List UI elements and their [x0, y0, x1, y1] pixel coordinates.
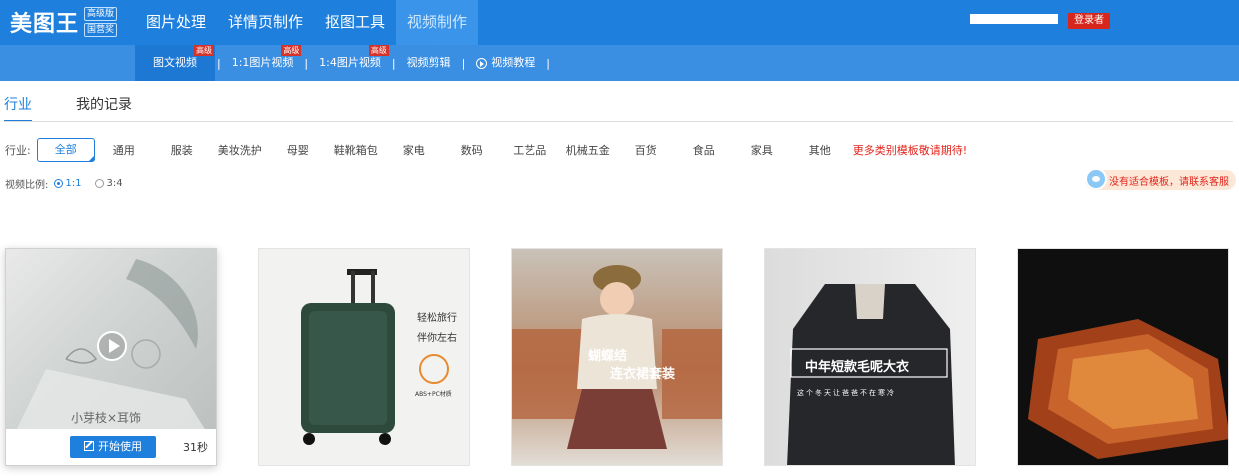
template-card[interactable]: 蝴蝶结 连衣裙套装 [511, 248, 723, 466]
tab-divider [4, 121, 1233, 122]
subnav-label: 视频教程 [491, 56, 536, 69]
card-caption: 中年短款毛呢大衣 [805, 360, 910, 375]
subnav-label: 视频剪辑 [406, 56, 451, 69]
video-duration: 31秒 [183, 441, 208, 454]
template-card[interactable] [1017, 248, 1229, 466]
logo-tag: 国营奖 [84, 23, 118, 37]
divider: | [546, 56, 550, 70]
premium-badge: 高级 [368, 45, 389, 56]
industry-filter: 行业: 全部 通用 服装 美妆洗护 母婴 鞋靴箱包 家电 数码 工艺品 机械五金… [5, 138, 967, 162]
suitcase-image [301, 269, 449, 445]
play-circle-icon [476, 57, 488, 69]
nav-image-processing[interactable]: 图片处理 [135, 0, 217, 45]
tab-bar: 行业 我的记录 [4, 94, 132, 122]
filter-option[interactable]: 机械五金 [559, 142, 617, 158]
card-caption: 伴你左右 [417, 333, 457, 344]
filter-option[interactable]: 食品 [675, 142, 733, 158]
template-card[interactable]: 小芽枝×耳饰 开始使用 31秒 [5, 248, 217, 466]
logo-text: 美图王 [10, 12, 80, 37]
top-bar: 美图王 高级版 国营奖 图片处理 详情页制作 抠图工具 视频制作 登录者 [0, 0, 1239, 45]
divider: | [304, 56, 309, 70]
premium-badge: 高级 [281, 45, 302, 56]
jerky-image [1028, 319, 1228, 459]
filter-option[interactable]: 鞋靴箱包 [327, 142, 385, 158]
contact-service-pill[interactable]: 没有适合模板，请联系客服 [1085, 168, 1236, 190]
nav-cutout-tool[interactable]: 抠图工具 [314, 0, 396, 45]
subnav-1-4-video[interactable]: 1:4图片视频 高级 [310, 45, 390, 81]
radio-3-4[interactable] [95, 179, 105, 188]
ratio-label: 视频比例: [5, 180, 49, 191]
filter-option[interactable]: 美妆洗护 [211, 142, 269, 158]
user-name[interactable] [970, 14, 1058, 24]
main-nav: 图片处理 详情页制作 抠图工具 视频制作 [135, 0, 479, 45]
logo[interactable]: 美图王 高级版 国营奖 [10, 6, 118, 38]
template-card[interactable]: 中年短款毛呢大衣 这个冬天让爸爸不在寒冷 [764, 248, 976, 466]
more-categories-note: 更多类别模板敬请期待! [852, 144, 968, 157]
filter-option[interactable]: 百货 [617, 142, 675, 158]
filter-option[interactable]: 服装 [153, 142, 211, 158]
filter-option[interactable]: 工艺品 [501, 142, 559, 158]
filter-option[interactable]: 通用 [95, 142, 153, 158]
mascot-icon [1085, 168, 1107, 190]
filter-option[interactable]: 家具 [733, 142, 791, 158]
ratio-option-1-1[interactable]: 1:1 [65, 178, 81, 189]
logo-tag: 高级版 [84, 7, 118, 21]
start-use-label: 开始使用 [98, 440, 142, 453]
card-caption: 连衣裙套装 [610, 367, 676, 382]
template-card[interactable]: 轻松旅行 伴你左右 ABS+PC材质 [258, 248, 470, 466]
card-footer: 开始使用 31秒 [6, 429, 216, 465]
tab-industry[interactable]: 行业 [4, 94, 32, 122]
ratio-option-3-4[interactable]: 3:4 [106, 178, 122, 189]
card-tag: ABS+PC材质 [415, 391, 452, 398]
sub-nav-bar: 图文视频 高级 | 1:1图片视频 高级 | 1:4图片视频 高级 | 视频剪辑… [0, 45, 1239, 81]
subnav-text-video[interactable]: 图文视频 高级 [135, 45, 215, 81]
filter-option-all[interactable]: 全部 [36, 138, 95, 162]
suggest-text: 没有适合模板，请联系客服 [1109, 176, 1229, 188]
filter-option[interactable]: 其他 [791, 142, 849, 158]
card-caption: 小芽枝×耳饰 [71, 411, 142, 425]
card-caption: 轻松旅行 [417, 313, 457, 324]
nav-video-making[interactable]: 视频制作 [396, 0, 479, 45]
ratio-selector: 视频比例: 1:1 3:4 [5, 176, 123, 191]
subnav-video-tutorial[interactable]: 视频教程 [467, 45, 544, 81]
divider: | [217, 56, 221, 70]
logout-button[interactable]: 登录者 [1068, 13, 1110, 29]
subnav-label: 图文视频 [153, 56, 197, 69]
card-caption: 蝴蝶结 [588, 349, 628, 364]
filter-label: 行业: [5, 144, 31, 157]
filter-option[interactable]: 数码 [443, 142, 501, 158]
divider: | [391, 56, 396, 70]
filter-option[interactable]: 母婴 [269, 142, 327, 158]
nav-detail-page[interactable]: 详情页制作 [217, 0, 314, 45]
divider: | [461, 56, 466, 70]
start-use-button[interactable]: 开始使用 [70, 436, 156, 458]
subnav-video-edit[interactable]: 视频剪辑 [398, 45, 460, 81]
radio-1-1[interactable] [54, 179, 64, 188]
filter-option[interactable]: 家电 [385, 142, 443, 158]
edit-icon [84, 441, 94, 451]
sub-nav: 图文视频 高级 | 1:1图片视频 高级 | 1:4图片视频 高级 | 视频剪辑… [135, 45, 552, 81]
subnav-1-1-video[interactable]: 1:1图片视频 高级 [223, 45, 303, 81]
premium-badge: 高级 [194, 45, 214, 56]
tab-my-records[interactable]: 我的记录 [76, 94, 132, 122]
play-icon[interactable] [97, 331, 127, 361]
card-caption: 这个冬天让爸爸不在寒冷 [797, 389, 896, 397]
